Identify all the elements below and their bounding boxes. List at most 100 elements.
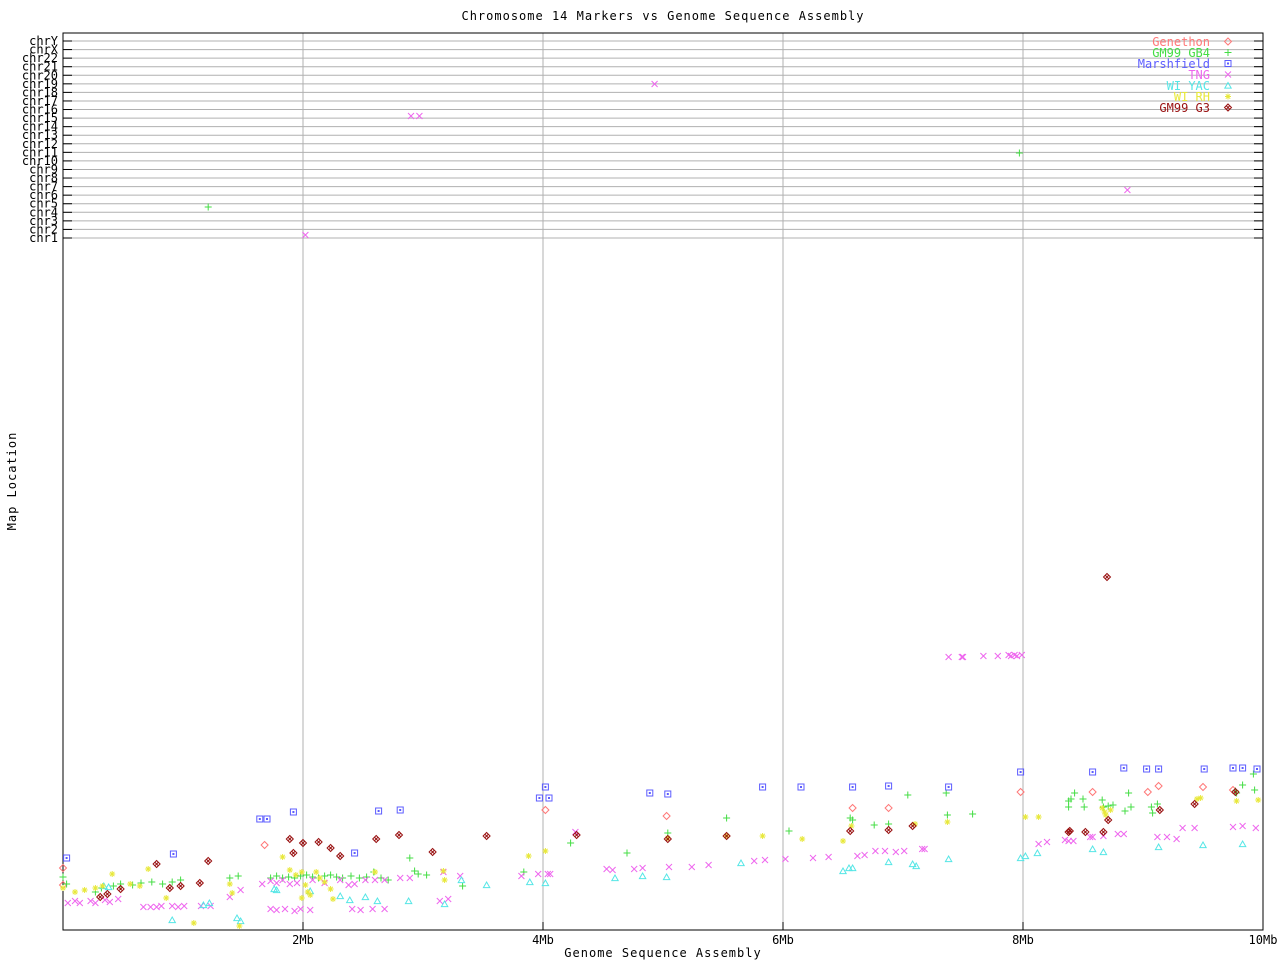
data-point <box>396 832 403 839</box>
data-point <box>901 848 907 854</box>
data-point <box>313 869 319 875</box>
series-wi-rh <box>60 795 1261 929</box>
data-point <box>960 654 966 660</box>
data-point <box>191 920 197 926</box>
data-point <box>1108 807 1114 813</box>
data-point <box>294 880 300 886</box>
data-point <box>1090 769 1096 775</box>
x-tick-label: 2Mb <box>292 933 314 947</box>
data-point <box>1230 765 1236 771</box>
data-point <box>299 869 305 875</box>
data-point <box>303 872 310 879</box>
data-point <box>1156 807 1163 814</box>
data-point <box>140 904 146 910</box>
data-point <box>169 903 175 909</box>
data-point <box>567 840 574 847</box>
data-point <box>1104 574 1111 581</box>
data-point <box>327 845 334 852</box>
data-point <box>762 857 768 863</box>
x-tick-label: 8Mb <box>1012 933 1034 947</box>
data-point <box>423 872 430 879</box>
data-point <box>238 887 244 893</box>
data-point <box>65 900 71 906</box>
data-point <box>610 867 616 873</box>
data-point <box>862 852 868 858</box>
data-point <box>175 904 181 910</box>
data-point <box>327 872 334 879</box>
data-point <box>1149 810 1156 817</box>
data-point <box>127 881 133 887</box>
data-point <box>372 877 378 883</box>
data-point <box>1080 796 1087 803</box>
data-point <box>282 906 288 912</box>
data-point <box>362 877 368 883</box>
data-point <box>546 795 552 801</box>
data-point <box>274 907 280 913</box>
data-point <box>639 873 645 879</box>
data-point <box>437 898 443 904</box>
data-point <box>886 783 892 789</box>
data-point <box>163 895 169 901</box>
data-point <box>1155 844 1161 850</box>
data-point <box>337 853 344 860</box>
data-point <box>1115 831 1121 837</box>
data-point <box>1254 766 1260 772</box>
data-point <box>810 855 816 861</box>
data-point <box>826 854 832 860</box>
data-point <box>348 873 355 880</box>
data-point <box>980 653 986 659</box>
data-point <box>64 855 70 861</box>
data-point <box>760 784 766 790</box>
data-point <box>666 864 672 870</box>
data-point <box>226 875 233 882</box>
data-point <box>302 882 308 888</box>
data-point <box>640 865 646 871</box>
data-point <box>631 866 637 872</box>
data-point <box>440 868 446 874</box>
data-point <box>405 898 411 904</box>
data-point <box>624 850 631 857</box>
data-point <box>542 848 548 854</box>
data-point <box>944 812 951 819</box>
data-point <box>181 903 187 909</box>
series-genethon <box>60 783 1237 889</box>
data-point <box>268 906 274 912</box>
data-point <box>115 896 121 902</box>
data-point <box>535 871 541 877</box>
data-point <box>259 881 265 887</box>
data-point <box>104 891 111 898</box>
data-point <box>1255 797 1261 803</box>
diamondx-marker-icon <box>1220 102 1236 113</box>
x-tick-label: 6Mb <box>772 933 794 947</box>
x-marker-icon <box>1220 69 1236 80</box>
data-point <box>346 882 352 888</box>
data-point <box>1081 804 1088 811</box>
data-point <box>200 902 206 908</box>
data-point <box>285 874 292 881</box>
diamond-marker-icon <box>1220 36 1236 47</box>
data-point <box>1154 834 1160 840</box>
data-point <box>1070 838 1076 844</box>
data-point <box>612 875 618 881</box>
data-point <box>148 904 154 910</box>
data-point <box>850 784 856 790</box>
data-point <box>1174 836 1180 842</box>
data-point <box>1253 825 1259 831</box>
x-tick-label: 10Mb <box>1249 933 1278 947</box>
data-point <box>799 836 805 842</box>
data-point <box>429 849 436 856</box>
data-point <box>882 848 888 854</box>
data-point <box>292 908 298 914</box>
data-point <box>153 861 160 868</box>
data-point <box>1122 808 1129 815</box>
data-point <box>307 892 313 898</box>
data-point <box>1239 841 1245 847</box>
series-gm99-gb4 <box>60 150 1259 896</box>
data-point <box>337 893 343 899</box>
data-point <box>374 898 380 904</box>
data-point <box>1089 789 1096 796</box>
data-point <box>1071 790 1078 797</box>
data-point <box>287 867 293 873</box>
chromosome-label: chr1 <box>29 231 58 245</box>
data-point <box>647 790 653 796</box>
